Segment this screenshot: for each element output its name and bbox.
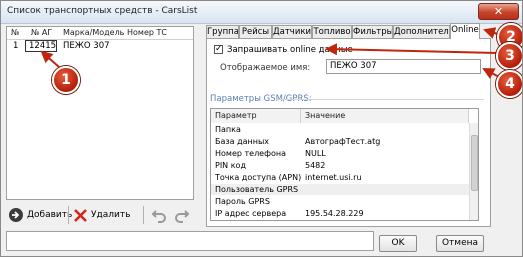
- table-row[interactable]: PIN код 5482: [211, 160, 469, 171]
- column-header-ag[interactable]: № АГ: [31, 27, 52, 39]
- column-header-plate[interactable]: Номер ТС: [127, 27, 167, 39]
- scrollbar-thumb[interactable]: [471, 135, 478, 191]
- tab-online[interactable]: Online: [450, 23, 480, 39]
- row-model: ПЕЖО 307: [63, 41, 110, 51]
- request-online-label[interactable]: Запрашивать online данные: [227, 45, 353, 55]
- param-name: Номер телефона: [215, 149, 286, 158]
- table-row[interactable]: Папка: [211, 124, 469, 135]
- column-header-model[interactable]: Марка/Модель: [63, 27, 124, 39]
- callout-badge-3: 3: [496, 42, 522, 70]
- delete-label: Удалить: [91, 210, 131, 220]
- param-value: internet.usi.ru: [305, 173, 362, 182]
- row-number: 1: [13, 41, 19, 51]
- callout-badge-4: 4: [496, 70, 522, 98]
- row-ag-number[interactable]: 12415: [25, 40, 57, 52]
- column-header-num[interactable]: №: [11, 27, 19, 39]
- car-list-table: № № АГ Марка/Модель Номер ТС 1 12415 ПЕЖ…: [6, 26, 194, 200]
- delete-x-icon: [74, 208, 87, 222]
- param-name: Папка: [215, 125, 241, 134]
- delete-button[interactable]: Удалить: [73, 206, 130, 224]
- undo-icon: [151, 210, 166, 223]
- tab-filters[interactable]: Фильтры: [352, 25, 393, 38]
- list-toolbar: Добавить Удалить: [6, 203, 194, 227]
- param-name: PIN код: [215, 161, 246, 170]
- table-row[interactable]: Пользователь GPRS: [211, 184, 469, 195]
- table-row[interactable]: База данных АвтографТест.atg: [211, 136, 469, 147]
- add-button[interactable]: Добавить: [8, 206, 72, 224]
- table-row[interactable]: Точка доступа (APN) internet.usi.ru: [211, 172, 469, 183]
- param-value: АвтографТест.atg: [305, 137, 381, 146]
- param-name: Пароль GPRS: [215, 197, 270, 206]
- param-value: 195.54.28.229: [305, 209, 364, 218]
- close-button[interactable]: ✕: [478, 3, 519, 20]
- params-scrollbar[interactable]: [469, 123, 478, 220]
- toolbar-separator: [68, 206, 69, 224]
- status-bar: [6, 231, 374, 251]
- param-value: 5482: [305, 161, 326, 170]
- title-bar: Список транспортных средств - CarsList ✕: [1, 1, 522, 24]
- display-name-label: Отображаемое имя:: [220, 63, 311, 73]
- tab-fuel[interactable]: Топливо: [312, 25, 352, 38]
- param-value: NULL: [305, 149, 326, 158]
- param-name: Точка доступа (APN): [215, 173, 302, 182]
- tab-group[interactable]: Группа: [206, 25, 239, 38]
- redo-button[interactable]: [174, 206, 193, 224]
- cancel-button[interactable]: Отмена: [436, 235, 484, 252]
- tab-additional[interactable]: Дополнительно: [393, 25, 450, 38]
- carslist-window: Список транспортных средств - CarsList ✕…: [0, 0, 523, 257]
- gsm-params-table: Параметр Значение Папка База данных Автог…: [210, 108, 479, 221]
- add-arrow-icon: [9, 208, 23, 222]
- param-name: База данных: [215, 137, 270, 146]
- window-title: Список транспортных средств - CarsList: [7, 6, 198, 16]
- table-row[interactable]: Номер телефона NULL: [211, 148, 469, 159]
- callout-badge-1: 1: [52, 66, 80, 94]
- ok-button[interactable]: OK: [379, 235, 417, 252]
- param-name: Пользователь GPRS: [215, 185, 299, 194]
- undo-button[interactable]: [151, 206, 170, 224]
- add-label: Добавить: [27, 210, 73, 220]
- redo-icon: [175, 210, 190, 223]
- param-name-header[interactable]: Параметр: [211, 109, 301, 123]
- group-divider: [276, 99, 484, 100]
- request-online-checkbox[interactable]: ✓: [214, 45, 223, 54]
- table-row[interactable]: IP адрес сервера 195.54.28.229: [211, 208, 469, 219]
- toolbar-separator: [143, 206, 144, 224]
- tab-trips[interactable]: Рейсы: [239, 25, 272, 38]
- display-name-field[interactable]: ПЕЖО 307: [326, 59, 481, 74]
- checkmark-icon: ✓: [215, 44, 223, 54]
- table-row[interactable]: Пароль GPRS: [211, 196, 469, 207]
- param-name: IP адрес сервера: [215, 209, 287, 218]
- tab-strip: Группа Рейсы Датчики Топливо Фильтры Доп…: [206, 23, 518, 39]
- param-value-header[interactable]: Значение: [301, 109, 469, 123]
- tab-sensors[interactable]: Датчики: [272, 25, 312, 38]
- close-icon[interactable]: ✕: [494, 5, 503, 18]
